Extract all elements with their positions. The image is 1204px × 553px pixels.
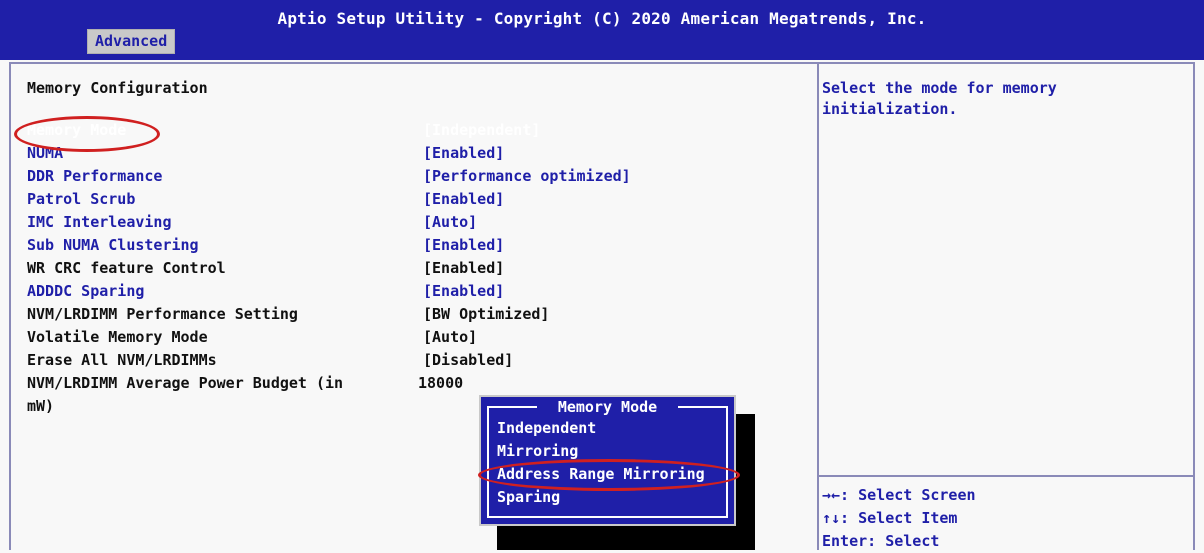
setting-value: [BW Optimized] — [423, 305, 550, 323]
setting-label: WR CRC feature Control — [27, 259, 226, 277]
app-title: Aptio Setup Utility - Copyright (C) 2020… — [277, 9, 927, 28]
section-title: Memory Configuration — [27, 79, 208, 97]
setting-value[interactable]: [Enabled] — [423, 280, 504, 302]
setting-label: mW) — [27, 397, 55, 415]
setting-label: NVM/LRDIMM Performance Setting — [27, 305, 298, 323]
setting-value[interactable]: [Enabled] — [423, 234, 504, 256]
setting-value[interactable]: [Independent] — [423, 119, 540, 141]
help-text: Select the mode for memory initializatio… — [822, 79, 1057, 118]
popup-title: Memory Mode — [481, 397, 734, 417]
setting-value: [Auto] — [423, 328, 478, 346]
popup-option-independent[interactable]: Independent — [497, 417, 596, 439]
popup-title-text: Memory Mode — [551, 398, 664, 416]
setting-label: Erase All NVM/LRDIMMs — [27, 351, 217, 369]
setting-label: ADDDC Sparing — [27, 282, 145, 300]
key-select-screen: →←: Select Screen — [822, 486, 976, 504]
key-legend: →←: Select Screen ↑↓: Select Item Enter:… — [822, 484, 976, 553]
setting-label: NVM/LRDIMM Average Power Budget (in — [27, 374, 344, 392]
setting-label: DDR Performance — [27, 167, 163, 185]
setting-value[interactable]: [Enabled] — [423, 188, 504, 210]
setting-value[interactable]: [Performance optimized] — [423, 165, 631, 187]
setting-label: Patrol Scrub — [27, 190, 136, 208]
setting-label: Sub NUMA Clustering — [27, 236, 199, 254]
tab-advanced[interactable]: Advanced — [87, 29, 176, 54]
help-divider — [819, 475, 1193, 477]
popup-option-mirroring[interactable]: Mirroring — [497, 440, 578, 462]
setting-value[interactable]: [Auto] — [423, 211, 477, 233]
setting-label: Volatile Memory Mode — [27, 328, 208, 346]
setting-value: 18000 — [418, 374, 464, 392]
setting-label: IMC Interleaving — [27, 213, 172, 231]
setting-value: [Enabled] — [423, 259, 505, 277]
highlight-circle-address-range-mirroring — [478, 459, 740, 491]
setting-value: [Disabled] — [423, 351, 514, 369]
highlight-circle-memory-mode — [14, 116, 160, 152]
key-select-item: ↑↓: Select Item — [822, 509, 958, 527]
setting-value[interactable]: [Enabled] — [423, 142, 504, 164]
title-bar: Aptio Setup Utility - Copyright (C) 2020… — [0, 0, 1204, 60]
